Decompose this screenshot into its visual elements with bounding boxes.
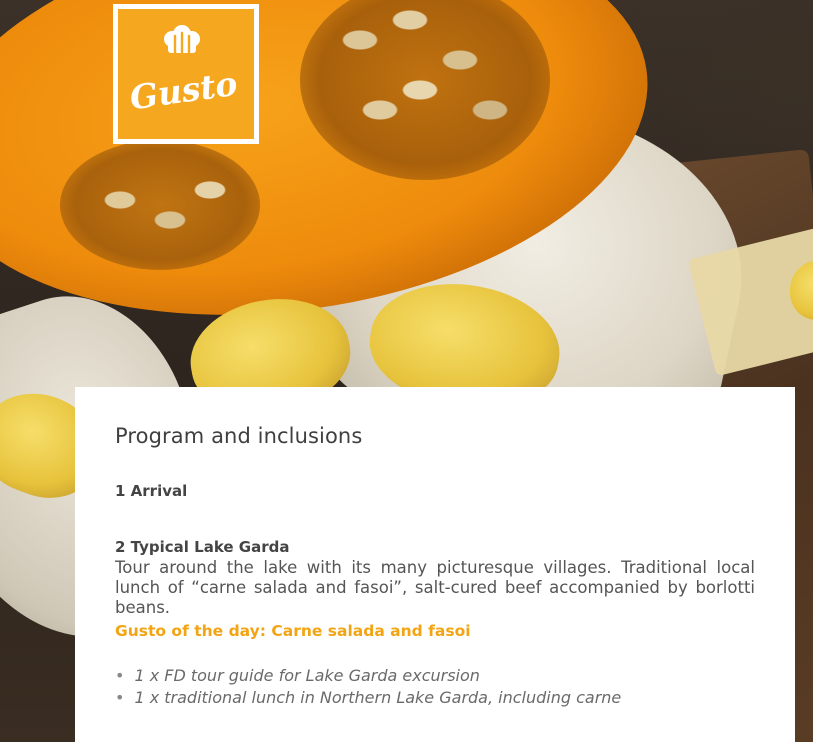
program-card: Program and inclusions 1 Arrival 2 Typic… [75,387,795,742]
list-item: • 1 x FD tour guide for Lake Garda excurs… [115,665,621,687]
logo-badge: Gusto [118,9,254,139]
gusto-of-the-day: Gusto of the day: Carne salada and fasoi [115,622,471,640]
bullet-icon: • [115,666,125,685]
pumpkin-seeds-lower [60,140,260,270]
day-1-title: 1 Arrival [115,482,188,500]
inclusion-text: 1 x traditional lunch in Northern Lake G… [134,688,622,707]
list-item: • 1 x traditional lunch in Northern Lake … [115,687,621,709]
inclusion-text: 1 x FD tour guide for Lake Garda excursi… [134,666,480,685]
bullet-icon: • [115,688,125,707]
gusto-logo[interactable]: Gusto [113,4,259,144]
day-2-description: Tour around the lake with its many pictu… [115,558,755,617]
chef-hat-cutlery-icon: Gusto [127,25,240,118]
logo-wordmark: Gusto [127,64,239,118]
page-title: Program and inclusions [115,424,363,448]
inclusions-list: • 1 x FD tour guide for Lake Garda excurs… [115,665,621,709]
day-2-title: 2 Typical Lake Garda [115,538,290,556]
